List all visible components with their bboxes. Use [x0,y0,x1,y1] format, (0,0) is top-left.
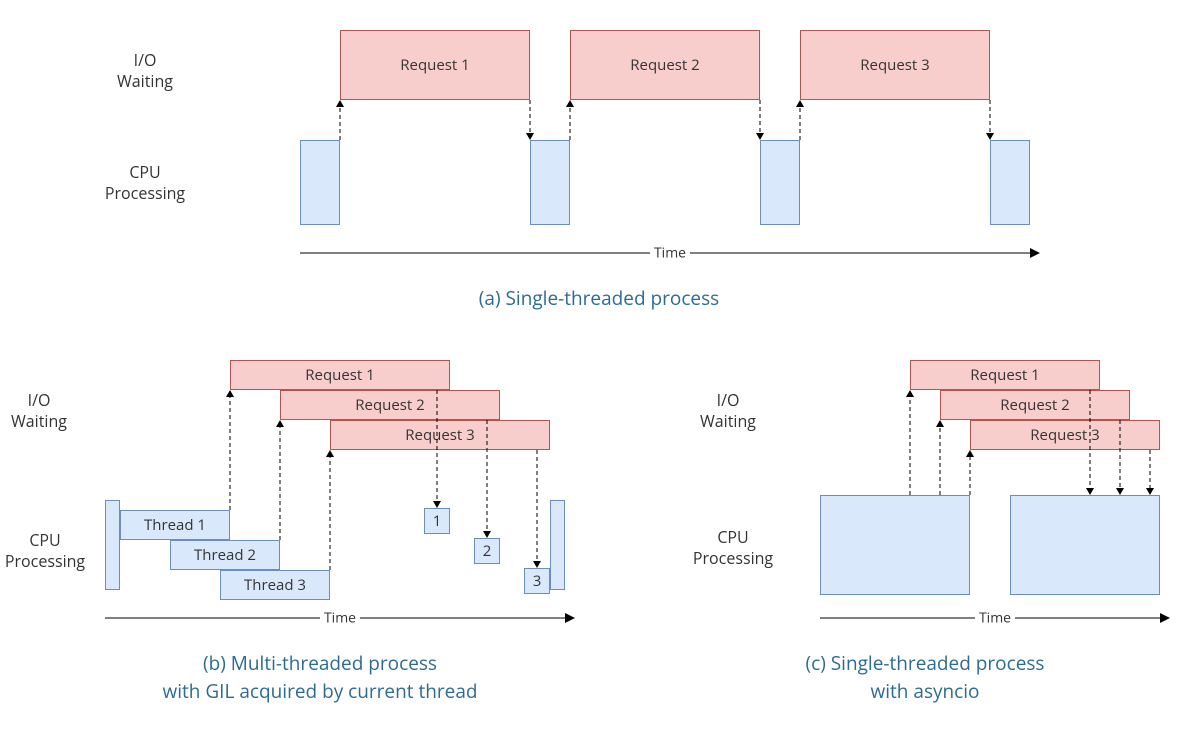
panel-b-small-2: 2 [474,538,500,564]
panel-b-cpu-label: CPU Processing [0,530,95,572]
panel-c-time-label: Time [975,609,1015,628]
panel-b-cpu-pre [105,500,120,590]
panel-b-request-3: Request 3 [330,420,550,450]
panel-a-cpu-label: CPU Processing [95,162,195,204]
panel-c-request-2: Request 2 [940,390,1130,420]
caption-b: (b) Multi-threaded process with GIL acqu… [0,650,640,705]
panel-a-io-label: I/O Waiting [110,50,180,92]
panel-a-request-2: Request 2 [570,30,760,100]
panel-c-request-3: Request 3 [970,420,1160,450]
panel-a-connectors [0,100,1198,140]
panel-a-cpu-2 [530,140,570,225]
panel-b-io-label: I/O Waiting [4,390,74,432]
panel-b-thread-3: Thread 3 [220,570,330,600]
caption-c: (c) Single-threaded process with asyncio [660,650,1190,705]
concurrency-diagram: I/O Waiting CPU Processing Request 1 Req… [0,0,1198,752]
panel-b-thread-2: Thread 2 [170,540,280,570]
panel-b-thread-1: Thread 1 [120,510,230,540]
panel-c-cpu-1 [820,495,970,595]
panel-a-request-1: Request 1 [340,30,530,100]
panel-c-cpu-label: CPU Processing [683,527,783,569]
panel-c-request-1: Request 1 [910,360,1100,390]
panel-a-request-3: Request 3 [800,30,990,100]
panel-a-cpu-3 [760,140,800,225]
panel-a-cpu-4 [990,140,1030,225]
panel-b-request-1: Request 1 [230,360,450,390]
panel-c-cpu-2 [1010,495,1160,595]
panel-b-small-1: 1 [424,508,450,534]
panel-b-request-2: Request 2 [280,390,500,420]
panel-a-time-label: Time [650,244,690,263]
panel-c-io-label: I/O Waiting [693,390,763,432]
panel-a-cpu-1 [300,140,340,225]
panel-b-time-label: Time [320,609,360,628]
caption-a: (a) Single-threaded process [0,285,1198,311]
panel-b-small-3: 3 [524,568,550,594]
panel-b-cpu-post [550,500,565,590]
